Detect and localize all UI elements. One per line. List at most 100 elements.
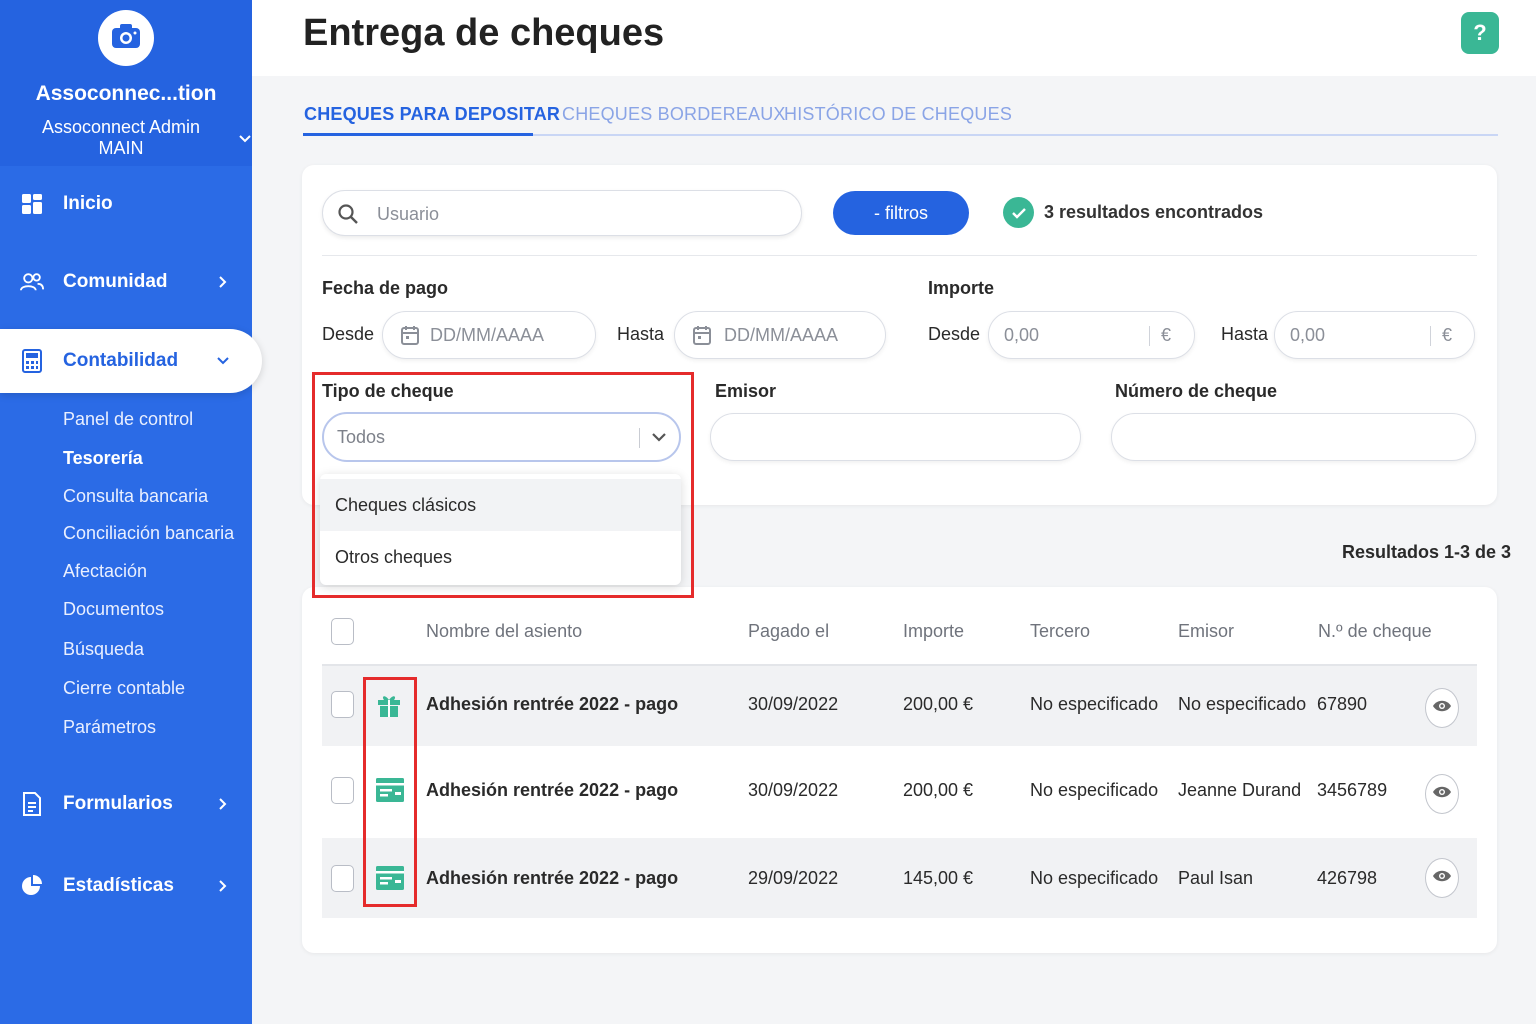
eye-icon	[1432, 699, 1452, 718]
view-button[interactable]	[1425, 858, 1459, 898]
row-name: Adhesión rentrée 2022 - pago	[426, 694, 679, 714]
nav-comunidad-label: Comunidad	[63, 271, 168, 292]
subnav-afectacion[interactable]: Afectación	[63, 561, 147, 582]
row-amount: 145,00 €	[903, 868, 974, 888]
fecha-desde-field[interactable]: DD/MM/AAAA	[382, 311, 596, 359]
subnav-busqueda[interactable]: Búsqueda	[63, 639, 144, 660]
fecha-desde-placeholder: DD/MM/AAAA	[430, 325, 545, 345]
nav-contabilidad-label: Contabilidad	[63, 350, 179, 371]
sidebar-header: Assoconnec...tion Assoconnect Admin MAIN	[0, 0, 252, 166]
importe-desde-field[interactable]: 0,00 €	[988, 311, 1195, 359]
fecha-hasta-placeholder: DD/MM/AAAA	[724, 325, 839, 345]
camera-icon	[110, 22, 142, 55]
row-emisor: Jeanne Durand	[1178, 780, 1302, 800]
row-checkbox[interactable]	[331, 777, 354, 804]
fecha-hasta-field[interactable]: DD/MM/AAAA	[674, 311, 886, 359]
calendar-icon	[401, 325, 419, 350]
results-found-text: 3 resultados encontrados	[1044, 202, 1264, 222]
emisor-input[interactable]	[710, 413, 1081, 461]
tab-cheques-para-depositar[interactable]: CHEQUES PARA DEPOSITAR	[304, 104, 560, 125]
org-name: Assoconnec...tion	[35, 82, 217, 105]
eye-icon	[1432, 785, 1452, 804]
row-tercero: No especificado	[1030, 694, 1159, 714]
chevron-right-icon	[214, 273, 232, 291]
calendar-icon	[693, 325, 711, 350]
fecha-de-pago-label: Fecha de pago	[322, 278, 449, 298]
row-numero: 3456789	[1317, 780, 1388, 800]
results-found: 3 resultados encontrados	[1003, 197, 1263, 228]
row-emisor: No especificado	[1178, 694, 1307, 714]
pie-chart-icon	[20, 874, 44, 898]
tab-cheques-bordereaux[interactable]: CHEQUES BORDEREAUX	[562, 104, 786, 125]
nav-formularios[interactable]: Formularios	[0, 774, 252, 834]
subnav-conciliacion-bancaria[interactable]: Conciliación bancaria	[63, 523, 234, 544]
chevron-right-icon	[214, 795, 232, 813]
importe-hasta-placeholder: 0,00	[1290, 325, 1326, 345]
subnav-panel-de-control[interactable]: Panel de control	[63, 409, 193, 430]
row-date: 29/09/2022	[748, 868, 839, 888]
chevron-down-icon	[214, 352, 232, 370]
numero-de-cheque-label: Número de cheque	[1115, 381, 1278, 401]
numero-de-cheque-input[interactable]	[1111, 413, 1476, 461]
row-tercero: No especificado	[1030, 868, 1159, 888]
euro-symbol: €	[1442, 325, 1453, 345]
column-header-pagado-el[interactable]: Pagado el	[748, 621, 829, 642]
importe-desde-label: Desde	[928, 324, 981, 344]
page-header: Entrega de cheques ?	[252, 0, 1536, 76]
view-button[interactable]	[1425, 688, 1459, 728]
fecha-desde-label: Desde	[322, 324, 375, 344]
page-title: Entrega de cheques	[303, 12, 665, 54]
table-row[interactable]: Adhesión rentrée 2022 - pago 30/09/2022 …	[322, 752, 1477, 832]
row-name: Adhesión rentrée 2022 - pago	[426, 868, 679, 888]
search-input[interactable]	[377, 199, 777, 229]
dashboard-icon	[20, 192, 44, 216]
check-icon	[1003, 197, 1034, 228]
calculator-icon	[20, 349, 44, 373]
select-all-checkbox[interactable]	[331, 618, 354, 645]
column-header-nombre[interactable]: Nombre del asiento	[426, 621, 582, 642]
chevron-right-icon	[214, 877, 232, 895]
sidebar: Assoconnec...tion Assoconnect Admin MAIN…	[0, 0, 262, 1024]
account-switcher[interactable]: Assoconnect Admin MAIN	[18, 117, 252, 159]
filters-toggle-button[interactable]: - filtros	[833, 191, 969, 235]
row-tercero: No especificado	[1030, 780, 1159, 800]
column-header-importe[interactable]: Importe	[903, 621, 964, 642]
row-amount: 200,00 €	[903, 694, 974, 714]
users-icon	[20, 270, 44, 294]
org-logo[interactable]	[98, 10, 154, 66]
chevron-down-icon	[238, 128, 252, 149]
nav-contabilidad[interactable]: Contabilidad	[0, 329, 262, 393]
tab-historico-de-cheques[interactable]: HISTÓRICO DE CHEQUES	[784, 104, 1012, 125]
nav-inicio[interactable]: Inicio	[0, 174, 252, 234]
subnav-documentos[interactable]: Documentos	[63, 599, 164, 620]
importe-hasta-label: Hasta	[1221, 324, 1269, 344]
row-checkbox[interactable]	[331, 865, 354, 892]
divider	[322, 255, 1477, 256]
field-separator	[1430, 326, 1431, 346]
account-name: Assoconnect Admin MAIN	[41, 117, 201, 158]
column-header-numero[interactable]: N.º de cheque	[1318, 621, 1432, 642]
row-date: 30/09/2022	[748, 780, 839, 800]
nav-estadisticas-label: Estadísticas	[63, 875, 174, 896]
importe-label: Importe	[928, 278, 995, 298]
importe-hasta-field[interactable]: 0,00 €	[1274, 311, 1475, 359]
subnav-cierre-contable[interactable]: Cierre contable	[63, 678, 185, 699]
highlight-box-row-icons	[363, 677, 417, 907]
subnav-tesoreria[interactable]: Tesorería	[63, 448, 143, 469]
emisor-label: Emisor	[715, 381, 777, 401]
help-button[interactable]: ?	[1461, 12, 1499, 54]
row-name: Adhesión rentrée 2022 - pago	[426, 780, 679, 800]
column-header-tercero[interactable]: Tercero	[1030, 621, 1090, 642]
table-row[interactable]: Adhesión rentrée 2022 - pago 29/09/2022 …	[322, 838, 1477, 918]
view-button[interactable]	[1425, 774, 1459, 814]
table-row[interactable]: Adhesión rentrée 2022 - pago 30/09/2022 …	[322, 666, 1477, 746]
subnav-consulta-bancaria[interactable]: Consulta bancaria	[63, 486, 208, 507]
search-field[interactable]	[322, 190, 802, 236]
nav-estadisticas[interactable]: Estadísticas	[0, 856, 252, 916]
nav-comunidad[interactable]: Comunidad	[0, 252, 252, 312]
row-numero: 426798	[1317, 868, 1378, 888]
column-header-emisor[interactable]: Emisor	[1178, 621, 1234, 642]
subnav-parametros[interactable]: Parámetros	[63, 717, 156, 738]
row-checkbox[interactable]	[331, 691, 354, 718]
nav-inicio-label: Inicio	[63, 193, 113, 214]
